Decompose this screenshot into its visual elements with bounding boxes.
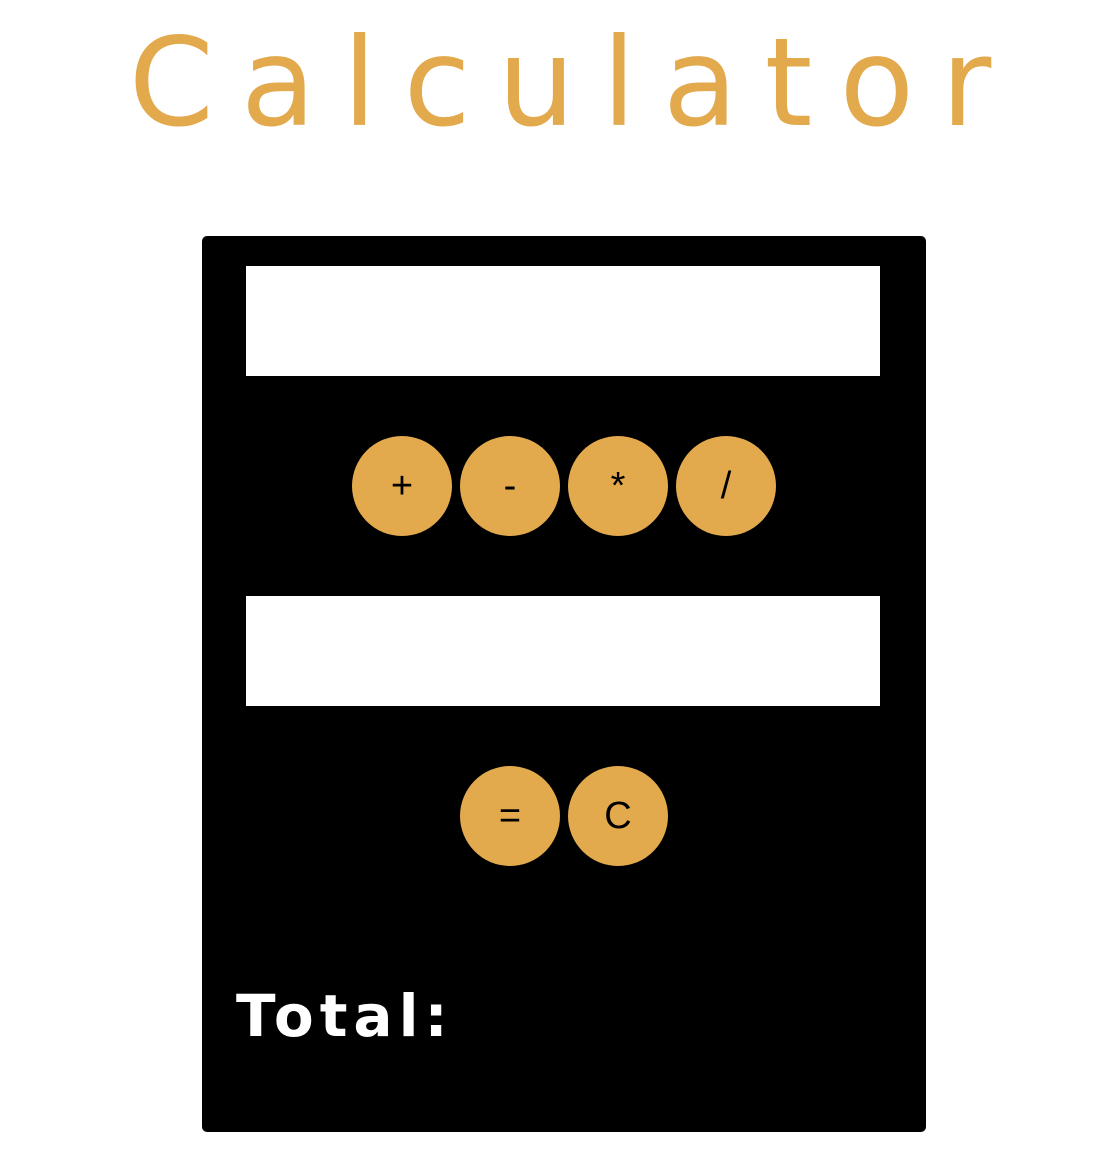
total-display: Total: xyxy=(236,984,454,1048)
second-number-input[interactable] xyxy=(246,596,880,706)
equals-button[interactable]: = xyxy=(460,766,560,866)
total-label: Total: xyxy=(236,982,454,1050)
clear-button[interactable]: C xyxy=(568,766,668,866)
subtract-button[interactable]: - xyxy=(460,436,560,536)
operator-buttons: + - * / xyxy=(202,436,926,536)
page-title: Calculator xyxy=(128,12,1019,154)
add-button[interactable]: + xyxy=(352,436,452,536)
divide-button[interactable]: / xyxy=(676,436,776,536)
action-buttons: = C xyxy=(202,766,926,866)
calculator-panel: + - * / = C Total: xyxy=(202,236,926,1132)
multiply-button[interactable]: * xyxy=(568,436,668,536)
first-number-input[interactable] xyxy=(246,266,880,376)
